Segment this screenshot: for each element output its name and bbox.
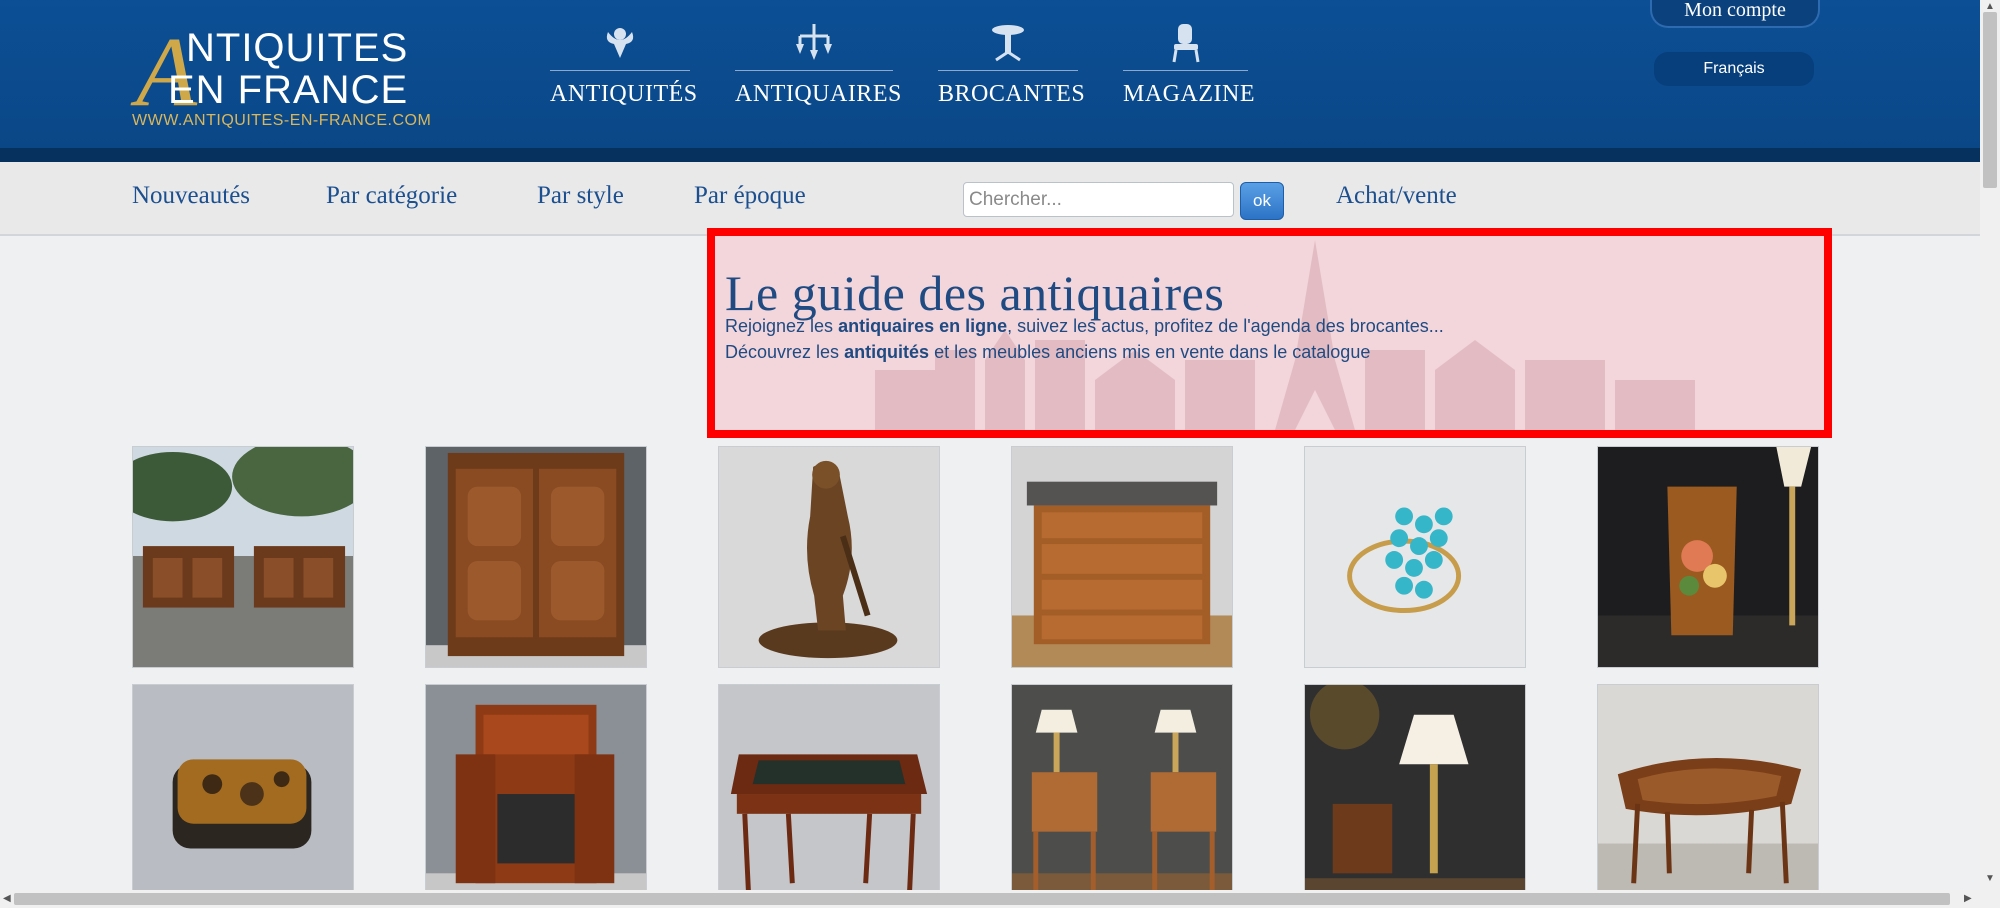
secretaire-image [426,685,646,905]
search-input[interactable] [963,182,1234,217]
main-nav-brocantes[interactable]: BROCANTES [938,22,1085,112]
subnav-nouveautes[interactable]: Nouveautés [132,182,250,210]
turquoise-ring-image [1305,447,1525,667]
logo-url: WWW.ANTIQUITES-EN-FRANCE.COM [132,112,432,129]
bronze-sculpture-image [719,447,939,667]
vertical-scrollbar[interactable]: ▲ ▼ [1980,0,2000,890]
subnav-par-style[interactable]: Par style [537,182,624,210]
product-thumbnail[interactable] [718,446,940,668]
subnav-par-categorie[interactable]: Par catégorie [326,182,457,210]
language-selector[interactable]: Français [1654,52,1814,86]
logo-line-2: EN FRANCE [168,68,409,112]
horizontal-scrollbar[interactable]: ◀ ▶ [0,890,2000,908]
desk-image [719,685,939,905]
product-thumbnail[interactable] [718,684,940,906]
scroll-left-arrow-icon[interactable]: ◀ [3,894,11,904]
link-antiquaires-en-ligne[interactable]: antiquaires en ligne [838,316,1007,336]
antiquaires-guide-banner: Le guide des antiquaires Rejoignez les a… [707,228,1832,438]
product-thumbnail[interactable] [1011,446,1233,668]
main-nav-antiquites[interactable]: ANTIQUITÉS [550,22,697,112]
cherub-icon [606,28,634,58]
product-thumbnail[interactable] [425,684,647,906]
sub-nav: Nouveautés Par catégorie Par style Par é… [0,162,1980,236]
product-thumbnail[interactable] [1304,446,1526,668]
chandelier-icon [796,24,832,60]
horizontal-scroll-thumb[interactable] [14,893,1950,905]
scroll-right-arrow-icon[interactable]: ▶ [1964,894,1972,904]
scroll-up-arrow-icon[interactable]: ▲ [1985,2,1995,12]
subnav-achat-vente[interactable]: Achat/vente [1336,182,1457,210]
hero-line-1: Rejoignez les antiquaires en ligne, suiv… [725,316,1444,336]
my-account-link[interactable]: Mon compte [1650,0,1820,28]
main-nav-magazine[interactable]: MAGAZINE [1123,22,1254,112]
search-ok-button[interactable]: ok [1240,182,1284,220]
product-thumbnail[interactable] [425,446,647,668]
marquetry-table-image [1598,685,1818,905]
hero-line-2: Découvrez les antiquités et les meubles … [725,342,1371,362]
carved-cabinets-image [133,447,353,667]
site-logo[interactable]: A NTIQUITES EN FRANCE WWW.ANTIQUITES-EN-… [130,20,435,135]
scroll-down-arrow-icon[interactable]: ▼ [1985,874,1995,884]
product-thumbnail[interactable] [1011,684,1233,906]
commode-image [1012,447,1232,667]
vertical-scroll-thumb[interactable] [1983,12,1997,188]
product-thumbnail[interactable] [132,684,354,906]
nightstands-image [1012,685,1232,905]
subnav-par-epoque[interactable]: Par époque [694,182,806,210]
product-thumbnail[interactable] [1597,446,1819,668]
link-antiquites[interactable]: antiquités [844,342,929,362]
tortoiseshell-box-image [133,685,353,905]
table-icon [992,25,1024,62]
logo-line-1: NTIQUITES [186,26,409,70]
product-thumbnail[interactable] [1597,684,1819,906]
main-nav-antiquaires[interactable]: ANTIQUAIRES [735,22,901,112]
product-thumbnail[interactable] [132,446,354,668]
lamp-image [1305,685,1525,905]
walnut-armoire-image [426,447,646,667]
painted-vase-image [1598,447,1818,667]
hero-title: Le guide des antiquaires [725,265,1225,321]
product-thumbnail[interactable] [1304,684,1526,906]
chair-icon [1172,24,1199,63]
site-header: A NTIQUITES EN FRANCE WWW.ANTIQUITES-EN-… [0,0,1980,162]
